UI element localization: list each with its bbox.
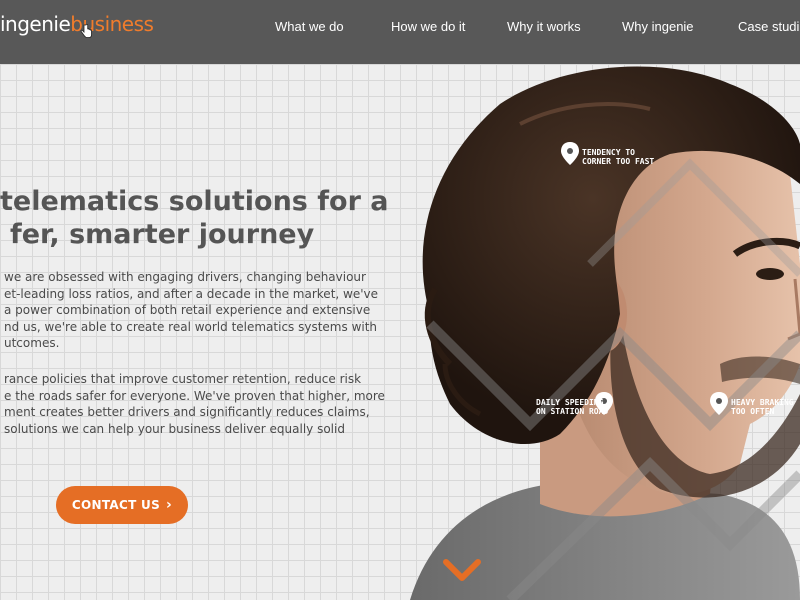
annotation-line: TOO OFTEN (731, 407, 775, 416)
paragraph-line: utcomes. (4, 336, 60, 350)
annotation-line: ON STATION ROAD (536, 407, 609, 416)
brand-logo[interactable]: ingeniebusiness (0, 12, 154, 36)
chevron-down-icon[interactable] (442, 556, 482, 584)
paragraph-line: solutions we can help your business deli… (4, 421, 345, 436)
nav-item-why-it-works[interactable]: Why it works (507, 19, 581, 34)
headline-line: telematics solutions for a (0, 186, 389, 217)
annotation-speeding: DAILY SPEEDING ON STATION ROAD (536, 398, 608, 416)
hand-pointer-icon (80, 24, 92, 38)
paragraph-line: e the roads safer for everyone. We've pr… (4, 388, 385, 403)
contact-us-button[interactable]: CONTACT US › (56, 486, 188, 524)
benefits-paragraph: rance policies that improve customer ret… (4, 371, 385, 437)
paragraph-line: nd us, we're able to create real world t… (4, 319, 378, 334)
paragraph-line: rance policies that improve customer ret… (4, 372, 362, 386)
annotation-line: CORNER TOO FAST (582, 157, 655, 166)
chevron-right-icon: › (166, 497, 173, 513)
hero-headline: telematics solutions for a fer, smarter … (0, 185, 389, 251)
contact-us-label: CONTACT US (71, 498, 161, 512)
brand-name-part1: ingenie (0, 12, 71, 36)
annotation-braking: HEAVY BRAKING TOO OFTEN (731, 398, 794, 416)
annotation-line: DAILY SPEEDING (536, 398, 604, 407)
annotation-line: HEAVY BRAKING (731, 398, 794, 407)
paragraph-line: a power combination of both retail exper… (4, 303, 371, 317)
paragraph-line: ment creates better drivers and signific… (4, 405, 370, 419)
nav-item-how-we-do-it[interactable]: How we do it (391, 19, 465, 34)
headline-line: fer, smarter journey (10, 219, 315, 250)
paragraph-line: et-leading loss ratios, and after a deca… (4, 286, 379, 301)
top-navbar: ingeniebusiness What we do How we do it … (0, 0, 800, 64)
intro-paragraph: we are obsessed with engaging drivers, c… (4, 269, 378, 352)
annotation-line: TENDENCY TO (582, 148, 635, 157)
hero-portrait-image (410, 66, 800, 600)
nav-item-case-studies[interactable]: Case studi (738, 19, 799, 34)
paragraph-line: we are obsessed with engaging drivers, c… (4, 270, 366, 284)
nav-item-what-we-do[interactable]: What we do (275, 19, 344, 34)
annotation-cornering: TENDENCY TO CORNER TOO FAST (582, 148, 654, 166)
nav-item-why-ingenie[interactable]: Why ingenie (622, 19, 694, 34)
hero-section: TENDENCY TO CORNER TOO FAST DAILY SPEEDI… (0, 64, 800, 600)
